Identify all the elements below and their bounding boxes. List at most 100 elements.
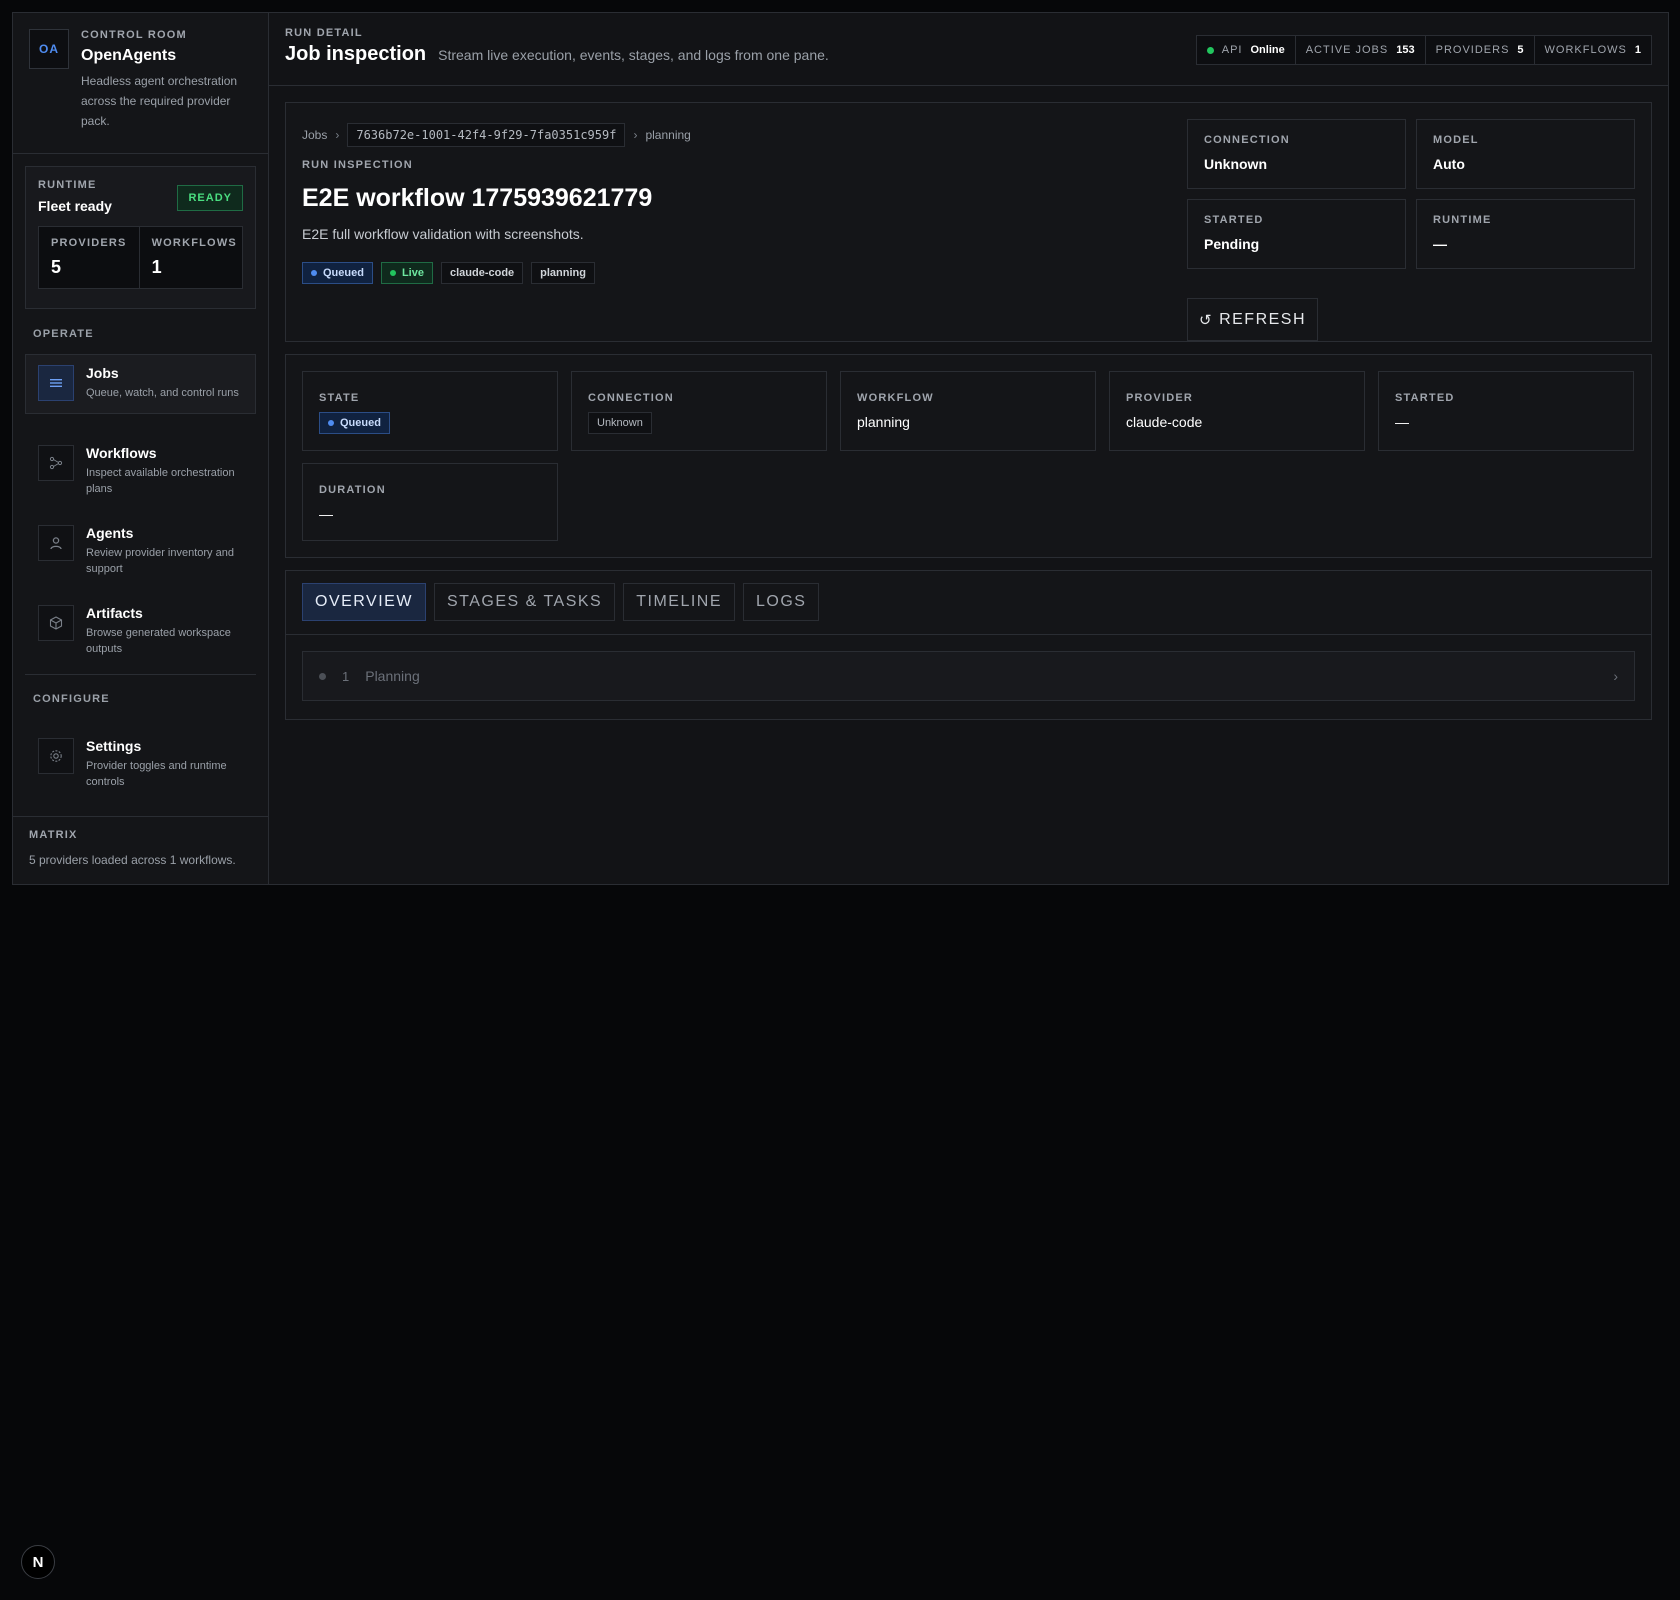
meta-value: Unknown: [1204, 156, 1267, 172]
state-dot-icon: [328, 420, 334, 426]
box-icon: [38, 605, 74, 641]
sidebar-item-label: Workflows: [86, 445, 157, 461]
breadcrumb: Jobs › 7636b72e-1001-42f4-9f29-7fa0351c9…: [302, 123, 691, 147]
tag-label: Live: [401, 267, 424, 279]
stage-name: Planning: [365, 668, 420, 684]
stage-status-dot-icon: [319, 672, 326, 680]
sidebar-item-jobs[interactable]: Jobs Queue, watch, and control runs: [25, 354, 256, 414]
sidebar-item-artifacts[interactable]: Artifacts Browse generated workspace out…: [25, 594, 256, 655]
next-dev-indicator-icon[interactable]: N: [21, 1545, 55, 1579]
tab-logs[interactable]: LOGS: [743, 583, 820, 621]
brand-eyebrow: CONTROL ROOM: [81, 29, 187, 41]
meta-label: MODEL: [1433, 134, 1479, 146]
runtime-stats: PROVIDERS 5 WORKFLOWS 1: [38, 226, 243, 289]
topbar: RUN DETAIL Job inspection Stream live ex…: [269, 13, 1668, 86]
meta-connection: CONNECTION Unknown: [1187, 119, 1406, 189]
tab-bar: OVERVIEW STAGES & TASKS TIMELINE LOGS: [286, 571, 1651, 635]
refresh-icon: ↺: [1198, 311, 1214, 329]
main-content: RUN DETAIL Job inspection Stream live ex…: [269, 13, 1668, 884]
brand: OA CONTROL ROOM OpenAgents Headless agen…: [13, 13, 268, 154]
sidebar-item-desc: Review provider inventory and support: [86, 547, 234, 575]
tab-timeline[interactable]: TIMELINE: [623, 583, 736, 621]
status-strip: API Online ACTIVE JOBS 153 PROVIDERS 5 W…: [1195, 35, 1652, 65]
fact-state: STATE Queued: [302, 371, 558, 451]
runtime-title: Fleet ready: [38, 198, 112, 214]
state-tag: Queued: [302, 262, 373, 284]
sidebar-item-workflows[interactable]: Workflows Inspect available orchestratio…: [25, 434, 256, 495]
status-value: 1: [1634, 44, 1641, 56]
tab-stages-tasks[interactable]: STAGES & TASKS: [433, 583, 616, 621]
sidebar-item-desc: Queue, watch, and control runs: [86, 387, 239, 399]
state-dot-icon: [311, 270, 317, 276]
fact-value: —: [1395, 414, 1409, 430]
sidebar-item-desc: Browse generated workspace outputs: [86, 627, 231, 655]
chevron-right-icon: ›: [335, 128, 340, 142]
run-description: E2E full workflow validation with screen…: [302, 226, 584, 242]
page-title: Job inspection: [285, 43, 427, 65]
run-title: E2E workflow 1775939621779: [302, 184, 653, 212]
online-dot-icon: [1206, 46, 1214, 54]
gear-icon: [38, 738, 74, 774]
tab-overview[interactable]: OVERVIEW: [302, 583, 426, 621]
meta-started: STARTED Pending: [1187, 199, 1406, 269]
runtime-card: RUNTIME Fleet ready READY PROVIDERS 5 WO…: [25, 166, 256, 309]
page-subtitle: Stream live execution, events, stages, a…: [438, 47, 829, 63]
chevron-right-icon: ›: [633, 128, 638, 142]
status-label: WORKFLOWS: [1544, 44, 1627, 56]
matrix-label: MATRIX: [29, 829, 78, 841]
nav-configure: Settings Provider toggles and runtime co…: [13, 727, 268, 807]
run-eyebrow: RUN INSPECTION: [302, 159, 413, 171]
sidebar-item-settings[interactable]: Settings Provider toggles and runtime co…: [25, 727, 256, 788]
stage-row[interactable]: 1 Planning ›: [302, 651, 1635, 701]
meta-runtime: RUNTIME —: [1416, 199, 1635, 269]
connection-tag: Unknown: [588, 412, 652, 434]
runtime-stat-value: 1: [151, 257, 162, 277]
run-tags: Queued Live claude-code planning: [302, 262, 603, 284]
status-value: 5: [1517, 44, 1524, 56]
fact-value: —: [319, 506, 333, 522]
chevron-right-icon: ›: [1613, 668, 1618, 684]
state-tag: Queued: [319, 412, 390, 434]
sidebar: OA CONTROL ROOM OpenAgents Headless agen…: [13, 13, 269, 884]
meta-label: RUNTIME: [1433, 214, 1492, 226]
status-label: PROVIDERS: [1435, 44, 1510, 56]
refresh-button[interactable]: ↺ REFRESH: [1187, 298, 1318, 341]
stage-number: 1: [342, 668, 350, 684]
refresh-label: REFRESH: [1219, 310, 1307, 328]
runtime-eyebrow: RUNTIME: [38, 179, 97, 191]
workflow-icon: [38, 445, 74, 481]
meta-value: Auto: [1433, 156, 1465, 172]
matrix-footer: MATRIX 5 providers loaded across 1 workf…: [13, 816, 268, 884]
runtime-stat-providers: PROVIDERS 5: [39, 227, 139, 288]
tag-label: Queued: [340, 417, 381, 429]
status-value: Online: [1250, 44, 1285, 56]
matrix-text: 5 providers loaded across 1 workflows.: [29, 853, 236, 867]
status-badge: READY: [177, 185, 243, 211]
live-tag: Live: [380, 262, 433, 284]
app-window: OA CONTROL ROOM OpenAgents Headless agen…: [12, 12, 1669, 885]
section-label-operate: OPERATE: [33, 328, 94, 340]
fact-label: WORKFLOW: [857, 392, 934, 404]
breadcrumb-job-id[interactable]: 7636b72e-1001-42f4-9f29-7fa0351c959f: [347, 123, 626, 147]
runtime-stat-label: PROVIDERS: [51, 237, 127, 249]
fact-duration: DURATION —: [302, 463, 558, 541]
fact-label: STATE: [319, 392, 360, 404]
sidebar-item-label: Jobs: [86, 365, 119, 381]
breadcrumb-jobs[interactable]: Jobs: [302, 128, 327, 142]
status-label: ACTIVE JOBS: [1305, 44, 1389, 56]
fact-connection: CONNECTION Unknown: [571, 371, 827, 451]
workflow-tag: planning: [531, 262, 595, 284]
status-api: API Online: [1197, 36, 1295, 64]
provider-tag: claude-code: [440, 262, 524, 284]
status-label: API: [1221, 44, 1243, 56]
brand-title: OpenAgents: [81, 47, 177, 64]
status-providers: PROVIDERS 5: [1424, 36, 1534, 64]
list-icon: [38, 365, 74, 401]
run-tabs-panel: OVERVIEW STAGES & TASKS TIMELINE LOGS 1 …: [285, 570, 1652, 720]
fact-started: STARTED —: [1378, 371, 1634, 451]
brand-description: Headless agent orchestration across the …: [81, 74, 238, 128]
fact-workflow: WORKFLOW planning: [840, 371, 1096, 451]
meta-value: —: [1433, 236, 1447, 252]
sidebar-item-agents[interactable]: Agents Review provider inventory and sup…: [25, 514, 256, 575]
tag-label: Queued: [323, 267, 364, 279]
